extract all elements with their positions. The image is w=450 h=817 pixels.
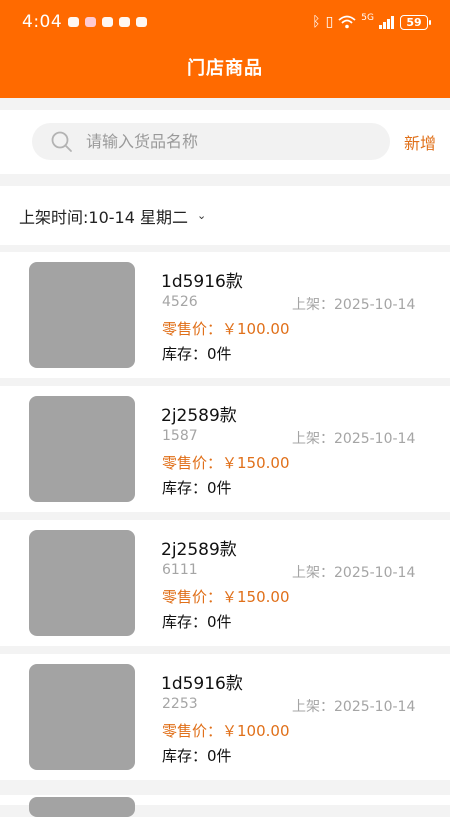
product-name: 2j2589款 [161, 406, 237, 426]
product-thumbnail [29, 664, 135, 770]
notification-icon [102, 17, 114, 27]
shelf-date: 上架：2025-10-14 [292, 699, 416, 715]
status-bar: 4:04 ᛒ ▯ 5G 59 [0, 0, 450, 44]
product-item-partial[interactable] [0, 795, 450, 817]
product-name: 1d5916款 [161, 272, 243, 292]
retail-price: 零售价：￥150.00 [162, 588, 290, 606]
notification-icon [119, 17, 131, 27]
page-title: 门店商品 [187, 58, 263, 79]
product-thumbnail [29, 262, 135, 368]
search-section: 新增 [0, 110, 450, 174]
product-item[interactable]: 2j2589款 1587 上架：2025-10-14 零售价：￥150.00 库… [0, 386, 450, 512]
bluetooth-icon: ᛒ [312, 14, 321, 30]
retail-price: 零售价：￥100.00 [162, 722, 290, 740]
shelf-date: 上架：2025-10-14 [292, 297, 416, 313]
shelf-date: 上架：2025-10-14 [292, 565, 416, 581]
status-time: 4:04 [22, 12, 63, 32]
cellular-signal-icon [379, 15, 394, 29]
search-icon [51, 131, 72, 152]
product-code: 1587 [162, 428, 198, 444]
chevron-down-icon: ⌄ [196, 209, 207, 222]
status-left: 4:04 [22, 12, 148, 32]
notification-icon [136, 17, 148, 27]
shelf-date-filter[interactable]: 上架时间:10-14 星期二 ⌄ [0, 186, 450, 245]
product-item[interactable]: 1d5916款 2253 上架：2025-10-14 零售价：￥100.00 库… [0, 654, 450, 780]
search-box[interactable] [32, 123, 390, 160]
product-name: 2j2589款 [161, 540, 237, 560]
network-type: 5G [361, 13, 374, 23]
stock-count: 库存：0件 [162, 747, 232, 765]
product-code: 4526 [162, 294, 198, 310]
add-button[interactable]: 新增 [404, 130, 436, 154]
stock-count: 库存：0件 [162, 479, 232, 497]
battery-level: 59 [406, 15, 422, 29]
product-code: 6111 [162, 562, 198, 578]
app-header: 4:04 ᛒ ▯ 5G 59 门店商品 [0, 0, 450, 98]
product-item[interactable]: 2j2589款 6111 上架：2025-10-14 零售价：￥150.00 库… [0, 520, 450, 646]
notification-icon [68, 17, 80, 27]
product-item[interactable]: 1d5916款 4526 上架：2025-10-14 零售价：￥100.00 库… [0, 252, 450, 378]
retail-price: 零售价：￥100.00 [162, 320, 290, 338]
stock-count: 库存：0件 [162, 345, 232, 363]
shelf-date: 上架：2025-10-14 [292, 431, 416, 447]
search-input[interactable] [86, 132, 366, 151]
stock-count: 库存：0件 [162, 613, 232, 631]
notification-icon [85, 17, 97, 27]
vibrate-icon: ▯ [325, 14, 334, 30]
retail-price: 零售价：￥150.00 [162, 454, 290, 472]
product-thumbnail [29, 797, 135, 817]
product-code: 2253 [162, 696, 198, 712]
filter-label: 上架时间:10-14 星期二 [19, 207, 188, 227]
product-name: 1d5916款 [161, 674, 243, 694]
status-right: ᛒ ▯ 5G 59 [312, 13, 431, 30]
product-thumbnail [29, 396, 135, 502]
product-thumbnail [29, 530, 135, 636]
battery-icon: 59 [400, 14, 431, 30]
wifi-icon [338, 15, 356, 29]
